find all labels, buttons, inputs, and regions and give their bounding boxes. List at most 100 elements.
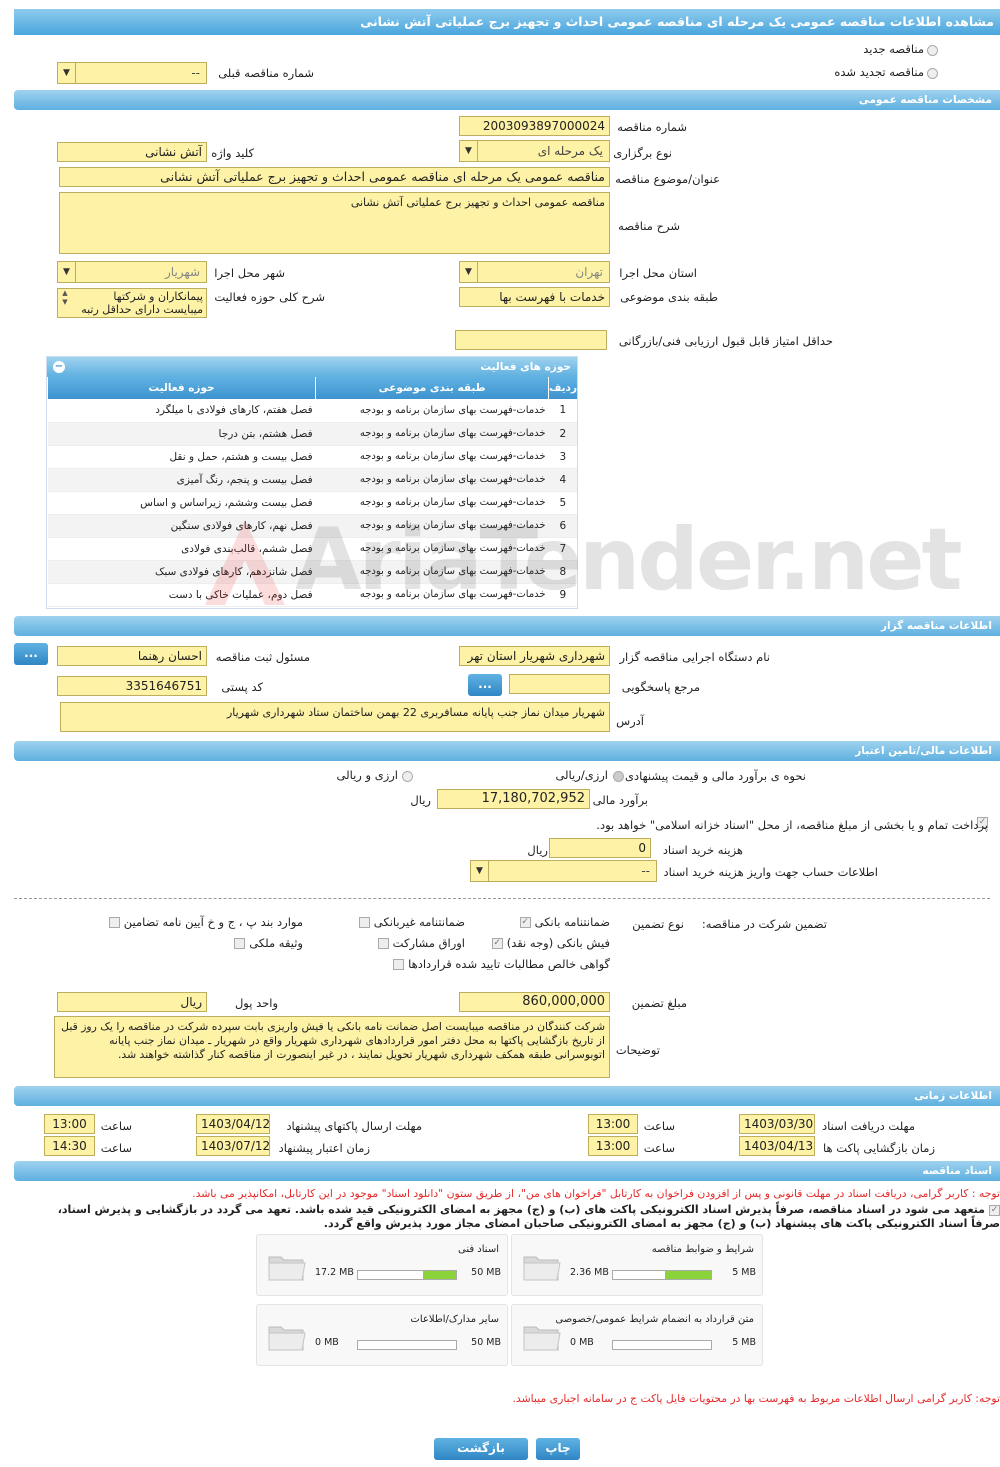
collapse-icon[interactable]: − [53,361,65,373]
receive-time-label: ساعت [643,1119,675,1133]
postal-field: 3351646751 [57,676,207,696]
row-category: خدمات-فهرست بهای سازمان برنامه و بودجه [315,491,549,515]
row-category: خدمات-فهرست بهای سازمان برنامه و بودجه [315,445,549,469]
account-select[interactable]: -- ▼ [470,860,657,882]
subject-label: عنوان/موضوع مناقصه [615,172,720,186]
folder-icon [268,1326,306,1351]
category-field: خدمات با فهرست بها [459,287,610,307]
document-current-size: 0 MB [570,1337,594,1348]
scope-label: شرح کلی حوزه فعالیت [214,290,325,304]
document-card[interactable]: سایر مدارک/اطلاعات 50 MB 0 MB [256,1304,508,1366]
open-time-label: ساعت [643,1141,675,1155]
document-progress [612,1270,712,1280]
city-select[interactable]: شهریار ▼ [57,261,207,283]
address-field: شهریار میدان نماز جنب پایانه مسافربری 22… [60,702,610,732]
scope-scrollbar[interactable]: ▲ ▼ [58,289,72,317]
activities-panel: حوزه های فعالیت − ردیف طبقه بندی موضوعی … [46,356,578,609]
row-category: خدمات-فهرست بهای سازمان برنامه و بودجه [315,560,549,584]
row-activity: فصل ششم، قالب‌بندی فولادی [47,537,316,561]
docs-note-1: توجه : کاربر گرامی، دریافت اسناد در مهلت… [192,1187,1000,1200]
document-current-size: 2.36 MB [570,1267,609,1278]
opt-bank-guarantee: ضمانتنامه بانکی✓ [519,915,610,929]
row-activity: فصل بیست و هشتم، حمل و نقل [47,445,316,469]
col-category: طبقه بندی موضوعی [315,377,549,399]
doc-cost-unit: ریال [527,843,548,857]
row-number: 5 [548,491,577,515]
method-option-2-label: ارزی و ریالی [336,768,398,782]
row-category: خدمات-فهرست بهای سازمان برنامه و بودجه [315,537,549,561]
document-current-size: 0 MB [315,1337,339,1348]
currency-field: ریال [57,992,207,1012]
description-field: مناقصه عمومی احداث و تجهیز برج عملیاتی آ… [59,192,610,254]
tender-number-label: شماره مناقصه [617,120,687,134]
doc-cost-label: هزینه خرید اسناد [662,843,743,857]
prev-number-label: شماره مناقصه قبلی [218,66,314,80]
opt-nonbank-guarantee: ضمانتنامه غیربانکی [358,915,465,929]
table-row: 8 خدمات-فهرست بهای سازمان برنامه و بودجه ف… [47,560,577,584]
table-row: 5 خدمات-فهرست بهای سازمان برنامه و بودجه ف… [47,491,577,515]
document-title: سایر مدارک/اطلاعات [410,1314,499,1325]
org-field: شهرداری شهریار استان تهر [459,646,610,666]
method-option-2[interactable] [402,769,413,783]
folder-icon [268,1256,306,1281]
document-max-size: 5 MB [732,1267,756,1278]
document-title: متن قرارداد به انضمام شرایط عمومی/خصوصی [555,1314,754,1325]
send-label: مهلت ارسال پاکتهای پیشنهاد [286,1119,422,1133]
general-section-header: مشخصات مناقصه عمومی [14,90,1000,110]
send-time-field: 13:00 [44,1114,95,1134]
method-option-1-label: ارزی/ریالی [555,768,608,782]
org-label: نام دستگاه اجرایی مناقصه گزار [619,650,770,664]
table-row: 2 خدمات-فهرست بهای سازمان برنامه و بودجه ف… [47,422,577,446]
receive-time-field: 13:00 [588,1114,638,1134]
send-date-field: 1403/04/12 [196,1114,270,1134]
col-activity: حوزه فعالیت [46,377,316,399]
prev-number-select[interactable]: -- ▼ [57,62,207,84]
holding-type-select[interactable]: یک مرحله ای ▼ [459,140,610,162]
row-category: خدمات-فهرست بهای سازمان برنامه و بودجه [315,468,549,492]
document-max-size: 5 MB [732,1337,756,1348]
officer-lookup-button[interactable]: ... [14,643,48,665]
officer-label: مسئول ثبت مناقصه [215,650,310,664]
min-score-label: حداقل امتیاز قابل قبول ارزیابی فنی/بازرگ… [618,334,833,348]
subject-field: مناقصه عمومی یک مرحله ای مناقصه عمومی اح… [59,167,610,187]
open-time-field: 13:00 [588,1136,638,1156]
docs-section-header: اسناد مناقصه [14,1161,1000,1181]
document-card[interactable]: شرایط و ضوابط مناقصه 5 MB 2.36 MB [511,1234,763,1296]
row-category: خدمات-فهرست بهای سازمان برنامه و بودجه [315,422,549,446]
document-max-size: 50 MB [471,1267,501,1278]
row-activity: فصل شانزدهم، کارهای فولادی سبک [47,560,316,584]
notes-label: توضیحات [615,1043,660,1057]
new-tender-radio[interactable] [927,43,938,57]
opt-clauses: موارد بند پ ، ج و خ آیین نامه تضامین [108,915,303,929]
row-activity: فصل نهم، کارهای فولادی سنگین [47,514,316,538]
document-title: اسناد فنی [458,1244,499,1255]
keyword-label: کلید واژه [211,146,254,160]
row-number: 4 [548,468,577,492]
document-progress [612,1340,712,1350]
back-button[interactable]: بازگشت [434,1438,528,1460]
tender-number-field: 2003093897000024 [459,116,610,136]
document-card[interactable]: اسناد فنی 50 MB 17.2 MB [256,1234,508,1296]
new-tender-label: مناقصه جدید [863,42,924,56]
renewed-tender-radio[interactable] [927,66,938,80]
method-option-1[interactable] [613,769,624,783]
postal-label: کد پستی [221,680,263,694]
scope-field: پیمانکاران و شرکتها میبایست دارای حداقل … [57,288,207,318]
ref-lookup-button[interactable]: ... [468,674,502,696]
timing-section-header: اطلاعات زمانی [14,1086,1000,1106]
guarantee-title: تضمین شرکت در مناقصه: [701,917,827,931]
print-button[interactable]: چاپ [536,1438,580,1460]
folder-icon [523,1256,561,1281]
document-card[interactable]: متن قرارداد به انضمام شرایط عمومی/خصوصی 5… [511,1304,763,1366]
row-number: 7 [548,537,577,561]
address-label: آدرس [616,714,644,728]
city-label: شهر محل اجرا [214,266,285,280]
row-category: خدمات-فهرست بهای سازمان برنامه و بودجه [315,583,549,607]
document-title: شرایط و ضوابط مناقصه [651,1244,754,1255]
finance-section-header: اطلاعات مالی/تامین اعتبار [14,741,1000,761]
province-select[interactable]: تهران ▼ [459,261,610,283]
row-number: 6 [548,514,577,538]
row-activity: فصل بیست وششم، زیراساس و اساس [47,491,316,515]
renewed-tender-label: مناقصه تجدید شده [834,65,924,79]
document-max-size: 50 MB [471,1337,501,1348]
